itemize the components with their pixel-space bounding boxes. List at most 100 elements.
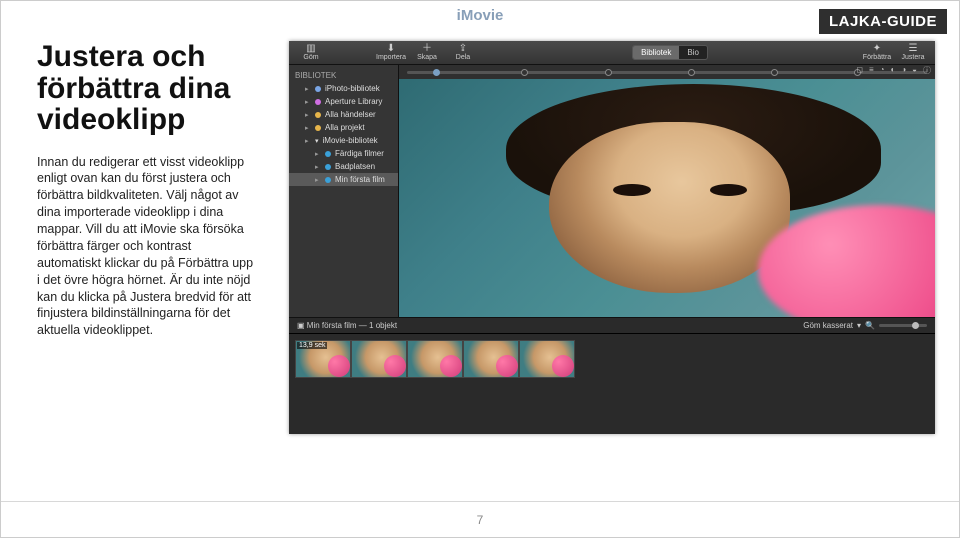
sidebar-item-label: Min första film <box>335 175 385 184</box>
sidebar-item-label: iPhoto-bibliotek <box>325 84 380 93</box>
clip-thumbnail[interactable]: 13,9 sek <box>295 340 351 378</box>
tool-crop-icon[interactable]: ◻ <box>856 65 863 76</box>
clip-strip: ▣ Min första film — 1 objekt Göm kassera… <box>289 317 935 434</box>
preview-image <box>399 79 935 317</box>
chevron-down-icon: ▾ <box>315 137 319 145</box>
sidebar-item-label: Alla projekt <box>325 123 365 132</box>
seg-theater[interactable]: Bio <box>679 46 707 59</box>
imovie-body: BIBLIOTEK iPhoto-bibliotek Aperture Libr… <box>289 65 935 317</box>
sidebar-item-label: iMovie-bibliotek <box>323 136 378 145</box>
film-icon: ▣ <box>297 321 307 330</box>
adjust-label: Justera <box>902 54 925 61</box>
star-icon <box>315 112 321 118</box>
imovie-toolbar: ▥ Göm ⬇ Importera ＋ Skapa ⇪ Dela Bibliot… <box>289 41 935 65</box>
calendar-icon <box>325 151 331 157</box>
tool-info-icon[interactable]: ⓘ <box>923 65 931 76</box>
calendar-icon <box>325 164 331 170</box>
share-label: Dela <box>456 54 470 61</box>
import-label: Importera <box>376 54 406 61</box>
timeline-track[interactable] <box>407 71 927 74</box>
adjust-tool-row: ◻ ≡ ◔ ◐ ◑ ◒ ⓘ <box>856 65 931 76</box>
hide-icon: ▥ <box>306 44 315 54</box>
clip-duration-tag: 13,9 sek <box>297 342 327 349</box>
hide-label: Göm <box>303 54 318 61</box>
calendar-icon <box>325 177 331 183</box>
tool-noise-icon[interactable]: ◑ <box>901 65 906 76</box>
article-heading: Justera och förbättra dina videoklipp <box>37 41 257 136</box>
import-button[interactable]: ⬇ Importera <box>375 44 407 61</box>
clip-thumbnail[interactable] <box>407 340 463 378</box>
pink-blur-shape <box>440 355 462 377</box>
hide-rejected-label[interactable]: Göm kasserat <box>803 321 853 330</box>
article-column: Justera och förbättra dina videoklipp In… <box>37 41 257 339</box>
sidebar-item-label: Badplatsen <box>335 162 375 171</box>
plus-icon: ＋ <box>422 44 432 54</box>
strip-project-name: Min första film — <box>307 321 369 330</box>
eye-shape <box>710 184 748 196</box>
search-icon[interactable]: 🔍 <box>865 321 875 330</box>
playhead-icon[interactable] <box>433 69 440 76</box>
sidebar-item-label: Aperture Library <box>325 97 382 106</box>
guide-badge: LAJKA-GUIDE <box>819 9 947 34</box>
view-segment[interactable]: Bibliotek Bio <box>632 45 708 60</box>
marker-icon[interactable] <box>521 69 528 76</box>
star-icon <box>315 86 321 92</box>
article-body: Innan du redigerar ett visst videoklipp … <box>37 154 257 340</box>
tool-wb-icon[interactable]: ◔ <box>880 65 885 76</box>
sidebar-header: BIBLIOTEK <box>289 69 398 82</box>
wand-icon: ✦ <box>873 44 881 54</box>
pink-blur-shape <box>328 355 350 377</box>
zoom-slider[interactable] <box>879 324 927 327</box>
dropdown-icon[interactable]: ▾ <box>857 321 861 330</box>
sidebar-item-label: Alla händelser <box>325 110 376 119</box>
pink-blur-shape <box>496 355 518 377</box>
clip-thumbnail[interactable] <box>351 340 407 378</box>
sidebar-item-label: Färdiga filmer <box>335 149 384 158</box>
eye-shape <box>613 184 651 196</box>
strip-title-right: Göm kasserat ▾ 🔍 <box>803 321 927 330</box>
star-icon <box>315 125 321 131</box>
adjust-button[interactable]: ☰ Justera <box>897 44 929 61</box>
tool-speed-icon[interactable]: ◒ <box>912 65 917 76</box>
marker-icon[interactable] <box>605 69 612 76</box>
child-face-shape <box>549 122 790 293</box>
create-button[interactable]: ＋ Skapa <box>411 44 443 61</box>
sidebar-item-library[interactable]: ▾ iMovie-bibliotek <box>289 134 398 147</box>
strip-header: ▣ Min första film — 1 objekt Göm kassera… <box>289 318 935 334</box>
preview-pane[interactable]: ◻ ≡ ◔ ◐ ◑ ◒ ⓘ <box>399 65 935 317</box>
enhance-button[interactable]: ✦ Förbättra <box>861 44 893 61</box>
marker-icon[interactable] <box>688 69 695 76</box>
tool-color-icon[interactable]: ≡ <box>869 65 874 76</box>
pink-blur-shape <box>384 355 406 377</box>
sidebar-item-badplatsen[interactable]: Badplatsen <box>289 160 398 173</box>
imovie-window: ▥ Göm ⬇ Importera ＋ Skapa ⇪ Dela Bibliot… <box>289 41 935 434</box>
sidebar-item-myfirst[interactable]: Min första film <box>289 173 398 186</box>
app-title: iMovie <box>457 7 504 24</box>
enhance-label: Förbättra <box>863 54 891 61</box>
sidebar: BIBLIOTEK iPhoto-bibliotek Aperture Libr… <box>289 65 399 317</box>
strip-object-count: 1 objekt <box>369 321 397 330</box>
create-label: Skapa <box>417 54 437 61</box>
seg-library[interactable]: Bibliotek <box>633 46 679 59</box>
sliders-icon: ☰ <box>909 44 918 54</box>
sidebar-item-events[interactable]: Alla händelser <box>289 108 398 121</box>
import-icon: ⬇ <box>387 44 395 54</box>
hide-button[interactable]: ▥ Göm <box>295 44 327 61</box>
strip-title-left: ▣ Min första film — 1 objekt <box>297 321 397 330</box>
timeline-bar[interactable] <box>399 65 935 79</box>
pink-blur-shape <box>552 355 574 377</box>
thumbnail-row: 13,9 sek <box>289 334 935 384</box>
share-icon: ⇪ <box>459 44 467 54</box>
star-icon <box>315 99 321 105</box>
page-footer: 7 <box>1 501 959 537</box>
sidebar-item-projects[interactable]: Alla projekt <box>289 121 398 134</box>
marker-icon[interactable] <box>771 69 778 76</box>
sidebar-item-finished[interactable]: Färdiga filmer <box>289 147 398 160</box>
clip-thumbnail[interactable] <box>519 340 575 378</box>
share-button[interactable]: ⇪ Dela <box>447 44 479 61</box>
clip-thumbnail[interactable] <box>463 340 519 378</box>
sidebar-item-aperture[interactable]: Aperture Library <box>289 95 398 108</box>
sidebar-item-iphoto[interactable]: iPhoto-bibliotek <box>289 82 398 95</box>
page-number: 7 <box>477 513 484 527</box>
tool-audio-icon[interactable]: ◐ <box>890 65 895 76</box>
